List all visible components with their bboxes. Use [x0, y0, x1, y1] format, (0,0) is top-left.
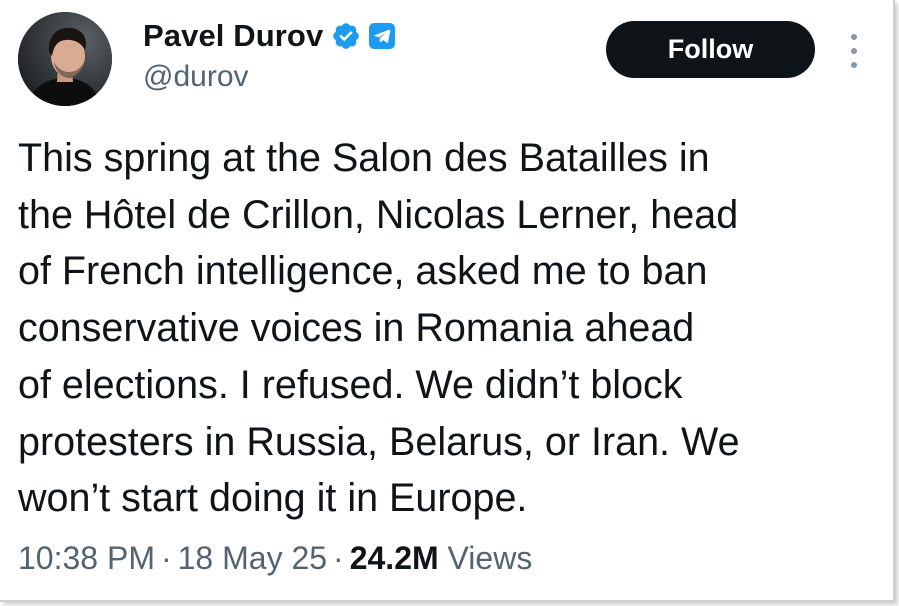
tweet-meta: 10:38 PM · 18 May 25 · 24.2M Views — [18, 540, 532, 577]
telegram-icon[interactable] — [369, 23, 396, 49]
more-dot — [851, 34, 857, 40]
tweet-time[interactable]: 10:38 PM — [18, 540, 155, 576]
tweet-text-line: the Hôtel de Crillon, Nicolas Lerner, he… — [18, 192, 739, 237]
author-name-row: Pavel Durov — [143, 14, 396, 58]
tweet-card: Pavel Durov @durov Follow This spring at… — [0, 0, 895, 602]
tweet-text-line: won’t start doing it in Europe. — [18, 476, 528, 521]
tweet-text-line: This spring at the Salon des Batailles i… — [18, 136, 710, 180]
tweet-text-line: protesters in Russia, Belarus, or Iran. … — [18, 419, 740, 464]
views-label: Views — [447, 540, 533, 576]
meta-separator: · — [160, 540, 172, 576]
avatar[interactable] — [18, 12, 112, 106]
follow-button[interactable]: Follow — [606, 21, 815, 78]
more-options-icon[interactable] — [846, 34, 862, 68]
meta-separator: · — [333, 540, 344, 576]
author-display-name[interactable]: Pavel Durov — [143, 18, 323, 54]
tweet-text: This spring at the Salon des Batailles i… — [18, 130, 878, 527]
tweet-text-line: of French intelligence, asked me to ban — [18, 249, 708, 294]
verified-badge-icon[interactable] — [331, 21, 361, 51]
more-dot — [851, 62, 857, 68]
tweet-text-line: of elections. I refused. We didn’t block — [18, 362, 683, 407]
views-count: 24.2M — [349, 540, 439, 576]
tweet-text-line: conservative voices in Romania ahead — [18, 306, 695, 351]
tweet-date[interactable]: 18 May 25 — [178, 540, 327, 576]
author-handle[interactable]: @durov — [143, 60, 249, 94]
more-dot — [851, 48, 857, 54]
avatar-image — [18, 12, 112, 106]
